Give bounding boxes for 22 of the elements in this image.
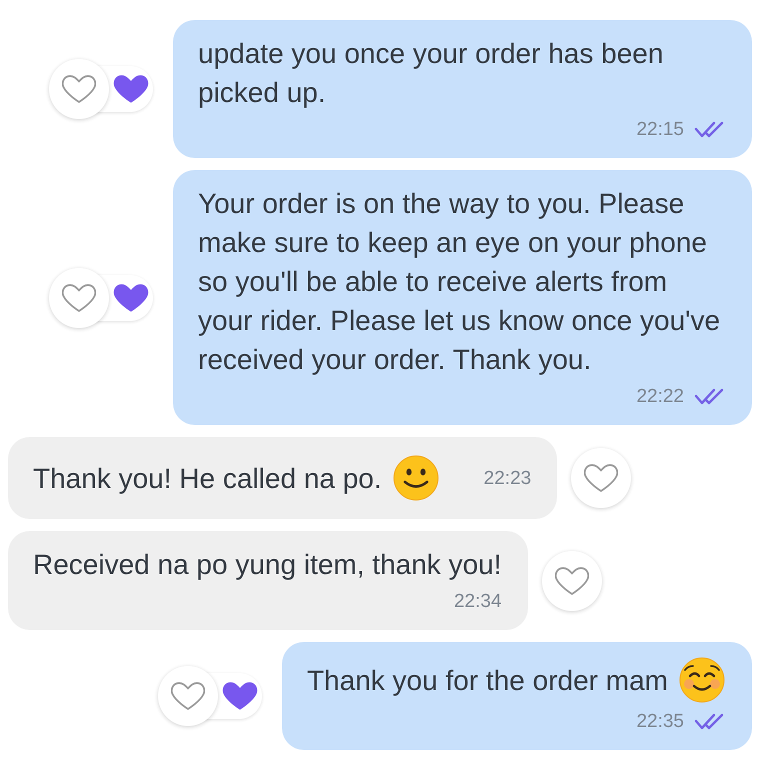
heart-icon bbox=[554, 564, 589, 596]
like-button[interactable] bbox=[571, 448, 632, 508]
message-time: 22:22 bbox=[636, 385, 684, 409]
like-button[interactable] bbox=[158, 666, 218, 726]
smiling-face-icon bbox=[392, 454, 440, 502]
message-time: 22:34 bbox=[454, 590, 502, 614]
like-button[interactable] bbox=[542, 550, 602, 610]
message-time: 22:15 bbox=[636, 118, 684, 142]
message-time: 22:23 bbox=[484, 466, 532, 490]
heart-icon bbox=[584, 462, 618, 494]
message-text: Received na po yung item, thank you! bbox=[33, 549, 502, 580]
message-text: Your order is on the way to you. Please make sure to keep an eye on your phone so you'll be able to receive alerts from your rider. Please let us know once you've received your order. Thank you. bbox=[198, 188, 720, 375]
message-time: 22:35 bbox=[636, 710, 684, 734]
heart-icon bbox=[170, 680, 205, 712]
message-text: Thank you! He called na po. bbox=[33, 462, 382, 496]
message-text: update you once your order has been picked up. bbox=[198, 38, 664, 108]
heart-icon bbox=[62, 282, 96, 314]
like-button[interactable] bbox=[49, 268, 109, 328]
heart-icon bbox=[62, 73, 96, 105]
like-button[interactable] bbox=[49, 59, 109, 119]
blushing-face-icon bbox=[678, 656, 726, 704]
message-text: Thank you for the order mam bbox=[306, 664, 668, 698]
